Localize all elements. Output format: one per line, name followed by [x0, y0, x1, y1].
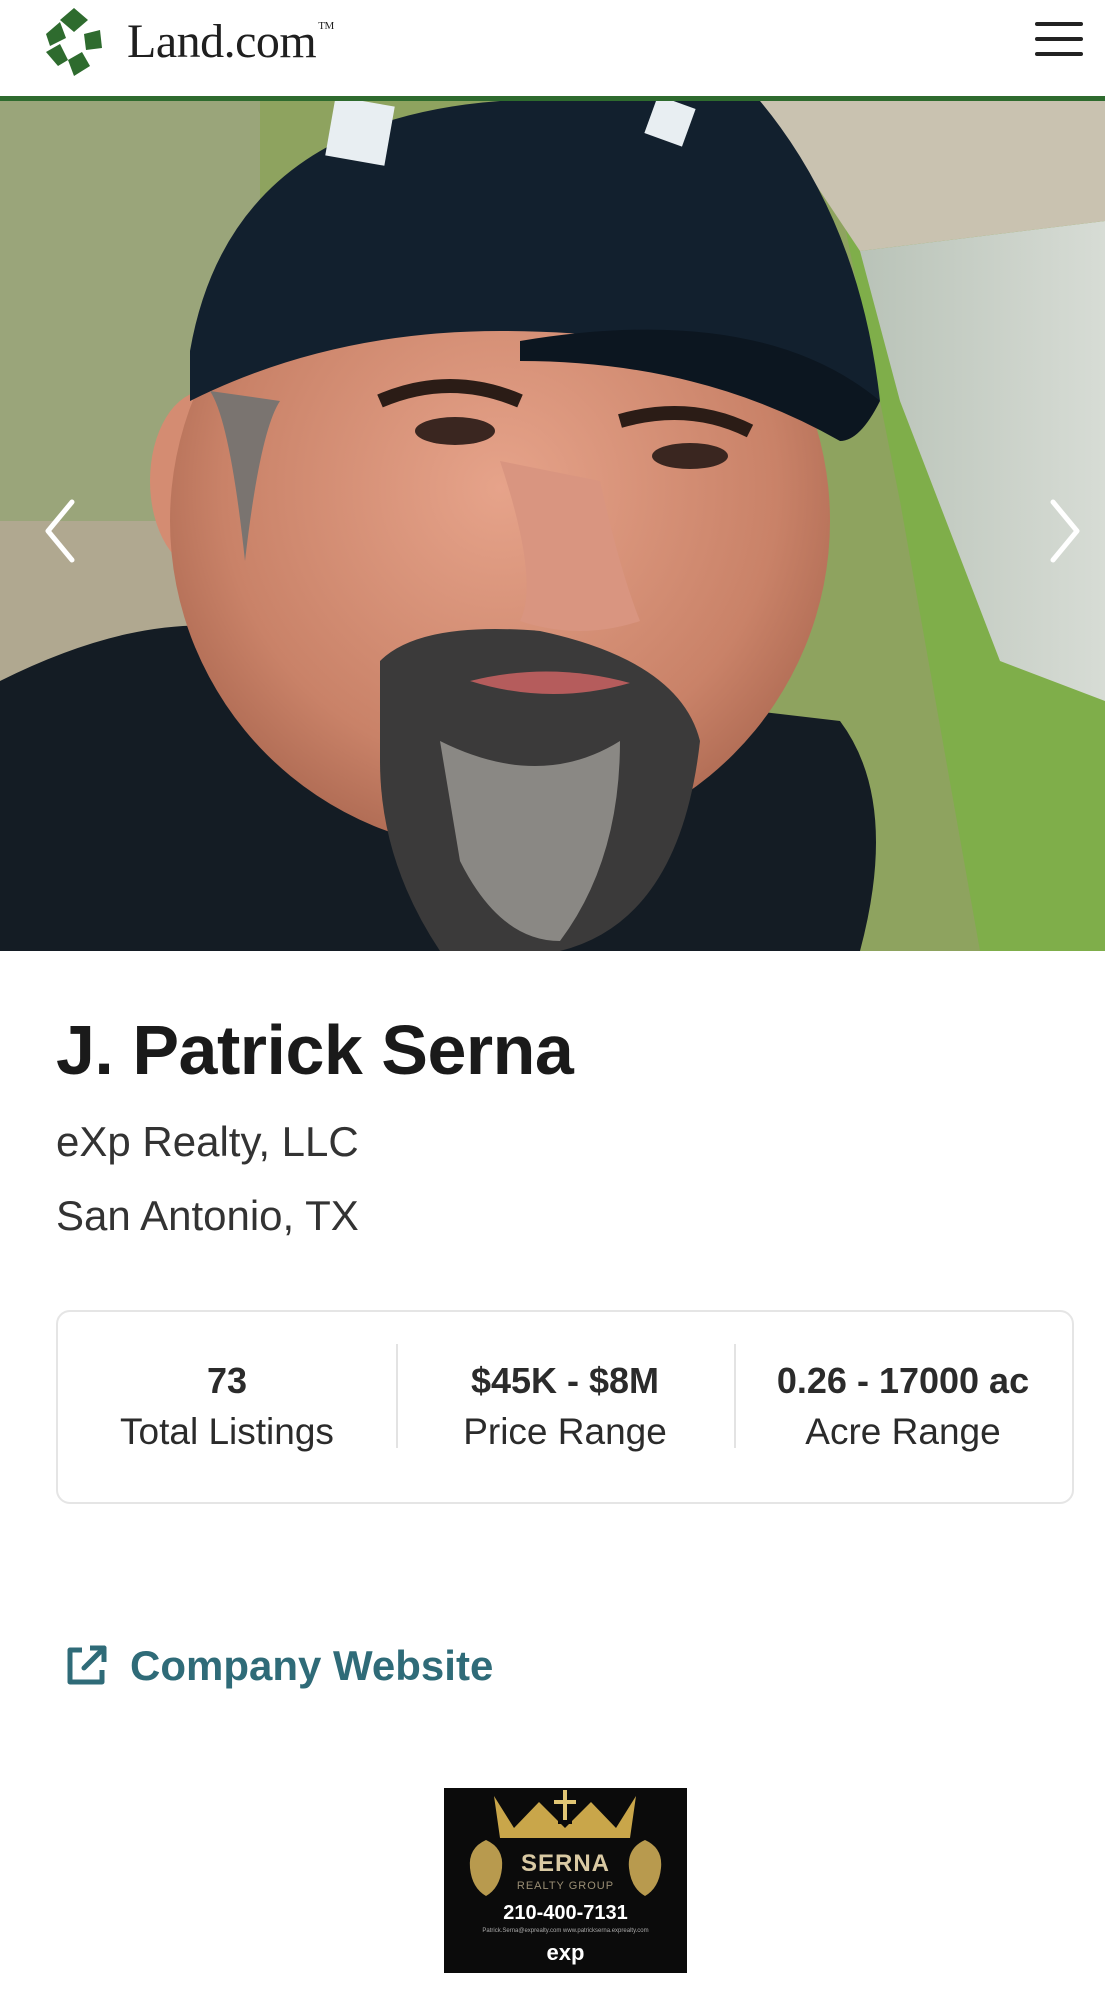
carousel-prev-button[interactable] [30, 481, 90, 581]
stat-acre-range: 0.26 - 17000 ac Acre Range [734, 1344, 1072, 1458]
site-header: Land.com TM [0, 0, 1105, 101]
brand-name[interactable]: Land.com TM [127, 14, 334, 69]
stat-label: Price Range [463, 1411, 667, 1452]
stat-value: $45K - $8M [470, 1360, 660, 1401]
card-phone: 210-400-7131 [503, 1902, 628, 1924]
chevron-right-icon [1050, 499, 1080, 563]
card-brand-sub: REALTY GROUP [516, 1880, 615, 1892]
land-logo-icon[interactable] [38, 6, 110, 78]
brand-text: Land.com [127, 15, 317, 68]
company-website-link[interactable]: Company Website [62, 1642, 493, 1690]
agent-stats-card: 73 Total Listings $45K - $8M Price Range… [56, 1310, 1074, 1504]
hamburger-menu-icon[interactable] [1035, 22, 1083, 60]
agent-location: San Antonio, TX [56, 1192, 359, 1239]
stat-label: Total Listings [120, 1411, 334, 1452]
agent-name: J. Patrick Serna [56, 1011, 574, 1089]
agent-photo [0, 101, 1105, 951]
stat-value: 73 [206, 1360, 248, 1401]
stat-total-listings: 73 Total Listings [58, 1356, 396, 1458]
company-logo-image: SERNA REALTY GROUP 210-400-7131 Patrick.… [444, 1788, 687, 1973]
external-link-icon [67, 1645, 107, 1685]
card-contact-line: Patrick.Serna@exprealty.com www.patricks… [482, 1928, 649, 1934]
agent-company: eXp Realty, LLC [56, 1118, 359, 1165]
card-brand-name: SERNA [520, 1850, 610, 1877]
stat-price-range: $45K - $8M Price Range [396, 1344, 734, 1458]
stat-label: Acre Range [805, 1411, 1001, 1452]
company-website-label: Company Website [130, 1642, 494, 1689]
stat-value: 0.26 - 17000 ac [776, 1360, 1030, 1401]
agent-photo-carousel [0, 101, 1105, 951]
card-exp-logo: exp [546, 1940, 585, 1965]
trademark: TM [318, 20, 334, 32]
carousel-next-button[interactable] [1035, 481, 1095, 581]
chevron-left-icon [45, 499, 75, 563]
